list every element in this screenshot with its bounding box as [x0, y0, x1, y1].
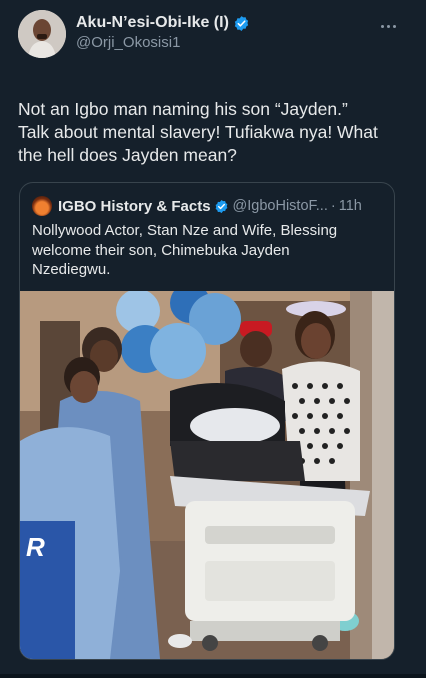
- more-dot: [380, 24, 384, 28]
- more-dot: [386, 24, 390, 28]
- separator-dot: ·: [330, 198, 336, 214]
- tweet-text: Not an Igbo man naming his son “Jayden.”…: [18, 99, 378, 165]
- hospital-photo-image: R: [20, 291, 394, 659]
- quoted-tweet-text: Nollywood Actor, Stan Nze and Wife, Bles…: [32, 222, 338, 278]
- more-dot: [392, 24, 396, 28]
- author-handle[interactable]: @Orji_Okosisi1: [76, 34, 250, 53]
- quoted-tweet-header: IGBO History & Facts @IgboHistoF... · 11…: [20, 183, 394, 217]
- quoted-author-display-name[interactable]: IGBO History & Facts: [58, 198, 211, 215]
- more-horizontal-icon[interactable]: [376, 16, 400, 36]
- quoted-timestamp[interactable]: 11h: [339, 198, 362, 214]
- verified-badge-icon: [234, 15, 249, 31]
- quoted-media-photo[interactable]: R: [20, 291, 394, 659]
- bottom-divider: [0, 674, 426, 678]
- author-avatar-image: [18, 10, 66, 58]
- tweet-header: Aku-N’esi-Obi-Ike (I) @Orji_Okosisi1: [18, 10, 410, 62]
- author-avatar[interactable]: [18, 10, 66, 58]
- author-display-name[interactable]: Aku-N’esi-Obi-Ike (I): [76, 13, 229, 33]
- quoted-tweet[interactable]: IGBO History & Facts @IgboHistoF... · 11…: [19, 182, 395, 660]
- scrubs-logo-text: R: [26, 532, 45, 562]
- author-name-row: Aku-N’esi-Obi-Ike (I): [76, 13, 250, 33]
- quoted-author-handle[interactable]: @IgboHistoF...: [233, 198, 328, 214]
- verified-badge-icon: [215, 199, 227, 213]
- author-info: Aku-N’esi-Obi-Ike (I) @Orji_Okosisi1: [76, 10, 250, 53]
- quoted-author-avatar[interactable]: [32, 196, 52, 216]
